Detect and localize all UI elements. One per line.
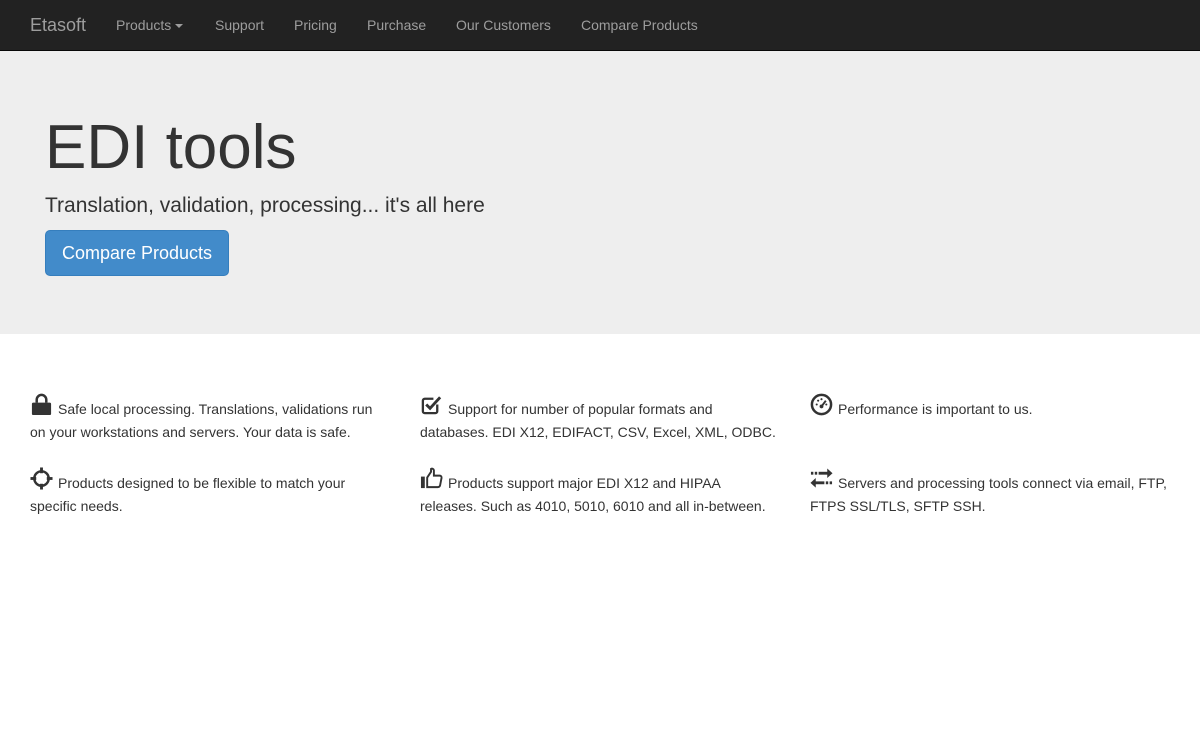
thumbs-up-icon (420, 467, 443, 490)
feature-text: Support for number of popular formats an… (420, 401, 776, 440)
feature-text: Performance is important to us. (838, 401, 1033, 417)
caret-down-icon (175, 24, 184, 29)
dashboard-icon (810, 393, 833, 416)
check-square-icon (420, 393, 443, 416)
feature-text: Safe local processing. Translations, val… (30, 401, 373, 440)
feature-item-safe-processing: Safe local processing. Translations, val… (30, 393, 390, 444)
hero-section: EDI tools Translation, validation, proce… (0, 51, 1200, 334)
feature-item-performance: Performance is important to us. (810, 393, 1170, 421)
nav-item-products[interactable]: Products (116, 0, 184, 50)
nav-item-our-customers[interactable]: Our Customers (456, 0, 551, 50)
feature-item-connectivity: Servers and processing tools connect via… (810, 467, 1180, 518)
hero-title: EDI tools (45, 113, 297, 182)
feature-text: Products designed to be flexible to matc… (30, 475, 346, 514)
top-navbar: Etasoft Products Support Pricing Purchas… (0, 0, 1200, 51)
transfer-icon (810, 467, 833, 490)
nav-item-compare-products[interactable]: Compare Products (581, 0, 698, 50)
nav-item-label: Products (116, 17, 172, 33)
feature-text: Products support major EDI X12 and HIPAA… (420, 475, 766, 514)
nav-item-pricing[interactable]: Pricing (294, 0, 337, 50)
compare-products-button[interactable]: Compare Products (45, 230, 229, 276)
feature-item-flexible: Products designed to be flexible to matc… (30, 467, 390, 518)
hero-subtitle: Translation, validation, processing... i… (45, 194, 485, 217)
crosshairs-icon (30, 467, 53, 490)
lock-icon (30, 393, 53, 416)
brand-logo-link[interactable]: Etasoft (30, 0, 86, 50)
nav-item-support[interactable]: Support (215, 0, 264, 50)
feature-item-edi-releases: Products support major EDI X12 and HIPAA… (420, 467, 780, 518)
feature-item-formats: Support for number of popular formats an… (420, 393, 782, 444)
nav-item-purchase[interactable]: Purchase (367, 0, 426, 50)
feature-text: Servers and processing tools connect via… (810, 475, 1167, 514)
